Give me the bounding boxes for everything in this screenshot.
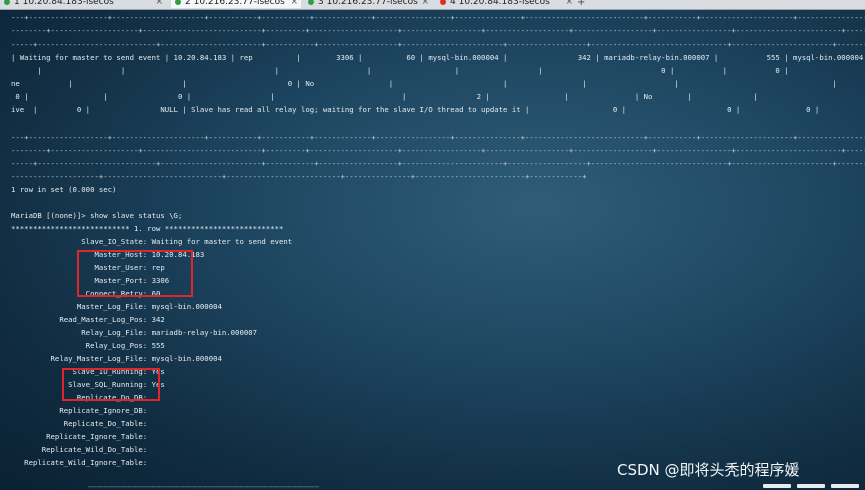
watermark: CSDN @即将头秃的程序媛 (617, 461, 800, 479)
highlight-master-info-box (77, 250, 193, 297)
table-border-line: --------------------+-------------------… (11, 172, 587, 181)
terminal-line: Master_Log_File: mysql-bin.000004 (11, 302, 222, 311)
tab-label: 1 10.20.84.183-isecos (14, 0, 114, 7)
terminal-line: Replicate_Wild_Ignore_Table: (11, 458, 148, 467)
close-icon[interactable]: × (290, 0, 298, 8)
control-button[interactable] (797, 484, 825, 488)
terminal-line: Slave_IO_State: Waiting for master to se… (11, 237, 293, 246)
status-dot-icon (440, 0, 446, 5)
terminal-line: Replicate_Wild_Do_Table: (11, 445, 148, 454)
close-icon[interactable]: × (421, 0, 429, 8)
terminal-line: ive | 0 | NULL | Slave has read all rela… (11, 105, 820, 114)
terminal-line: Read_Master_Log_Pos: 342 (11, 315, 165, 324)
close-icon[interactable]: × (565, 0, 573, 8)
tab-label: 4 10.20.84.183-isecos (450, 0, 550, 7)
terminal-line: | | | | | | 0 | | 0 | (11, 66, 789, 75)
control-button[interactable] (763, 484, 791, 488)
table-border-line: ---+------------------+-----------------… (11, 13, 865, 22)
terminal-line: Replicate_Ignore_Table: (11, 432, 148, 441)
table-border-line: -----+---------------------------+------… (11, 40, 865, 49)
new-tab-button[interactable]: + (577, 0, 585, 8)
table-border-line: --------+--------------------+----------… (11, 146, 865, 155)
control-button[interactable] (831, 484, 859, 488)
tab-label: 3 10.216.23.77-isecos (318, 0, 418, 7)
status-dot-icon (4, 0, 10, 5)
terminal-window: 1 10.20.84.183-isecos × 2 10.216.23.77-ise… (0, 0, 865, 490)
terminal-line: 1 row in set (0.000 sec) (11, 185, 117, 194)
terminal-line: Relay_Log_Pos: 555 (11, 341, 165, 350)
terminal-line: | Waiting for master to send event | 10.… (11, 53, 865, 62)
tab-1[interactable]: 1 10.20.84.183-isecos × (0, 0, 166, 8)
status-bar-text: ┄┄┄┄┄┄┄┄┄┄┄┄┄┄┄┄┄┄┄┄┄┄┄┄┄┄┄┄┄┄┄┄┄┄┄┄┄┄┄┄… (88, 485, 320, 490)
highlight-running-status-box (62, 368, 160, 401)
terminal-line: Replicate_Ignore_DB: (11, 406, 148, 415)
terminal-line: Relay_Log_File: mariadb-relay-bin.000007 (11, 328, 258, 337)
terminal-line: ne | | 0 | No | | | | | 0 | No (11, 79, 865, 88)
table-border-line: -----+---------------------------+------… (11, 159, 865, 168)
terminal-line: *************************** 1. row *****… (11, 224, 284, 233)
tab-3[interactable]: 3 10.216.23.77-isecos × (304, 0, 432, 8)
terminal-line: 0 | | 0 | | | 2 | | | No | | | (11, 92, 865, 101)
table-border-line: ---+------------------+-----------------… (11, 133, 865, 142)
window-controls[interactable] (735, 484, 865, 490)
status-dot-icon (308, 0, 314, 5)
terminal-line: MariaDB [(none)]> show slave status \G; (11, 211, 183, 220)
status-dot-icon (175, 0, 181, 5)
tab-label: 2 10.216.23.77-isecos (185, 0, 285, 7)
terminal-line: Replicate_Do_Table: (11, 419, 148, 428)
table-border-line: --------+--------------------+----------… (11, 26, 865, 35)
tab-4[interactable]: 4 10.20.84.183-isecos × (436, 0, 576, 8)
tab-bar: 1 10.20.84.183-isecos × 2 10.216.23.77-ise… (0, 0, 865, 10)
tab-2[interactable]: 2 10.216.23.77-isecos × (171, 0, 301, 8)
terminal-line: Relay_Master_Log_File: mysql-bin.000004 (11, 354, 222, 363)
close-icon[interactable]: × (155, 0, 163, 8)
